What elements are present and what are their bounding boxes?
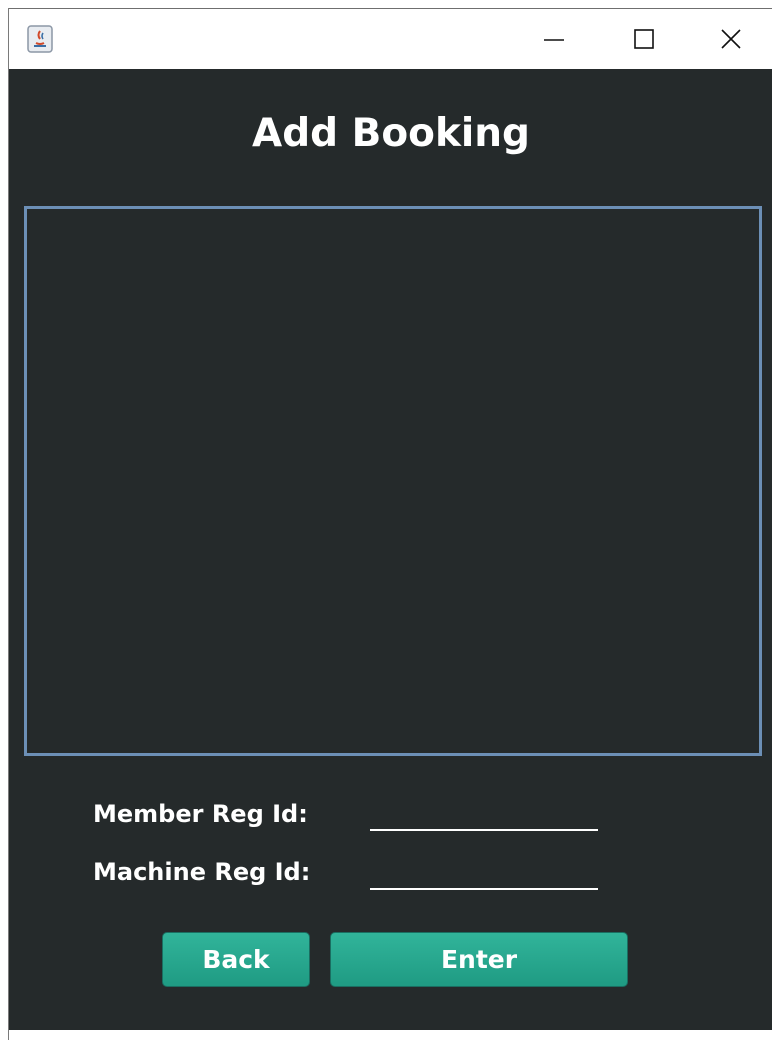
machine-reg-id-label: Machine Reg Id:	[93, 858, 311, 886]
member-reg-id-label: Member Reg Id:	[93, 800, 308, 828]
title-bar[interactable]	[9, 8, 772, 69]
enter-button[interactable]: Enter	[330, 932, 628, 987]
java-app-icon	[27, 25, 53, 53]
minimize-icon	[544, 39, 564, 41]
close-icon	[721, 29, 741, 49]
maximize-icon	[634, 29, 654, 49]
minimize-button[interactable]	[509, 9, 599, 69]
machine-reg-id-input[interactable]	[370, 856, 598, 890]
maximize-button[interactable]	[599, 9, 689, 69]
close-button[interactable]	[689, 9, 772, 69]
page-title: Add Booking	[252, 111, 530, 156]
app-window: Add Booking Member Reg Id: Machine Reg I…	[8, 8, 772, 1040]
window-bottom-edge	[9, 1030, 772, 1040]
back-button[interactable]: Back	[162, 932, 310, 987]
booking-list-panel[interactable]	[24, 206, 762, 756]
member-reg-id-input[interactable]	[370, 797, 598, 831]
